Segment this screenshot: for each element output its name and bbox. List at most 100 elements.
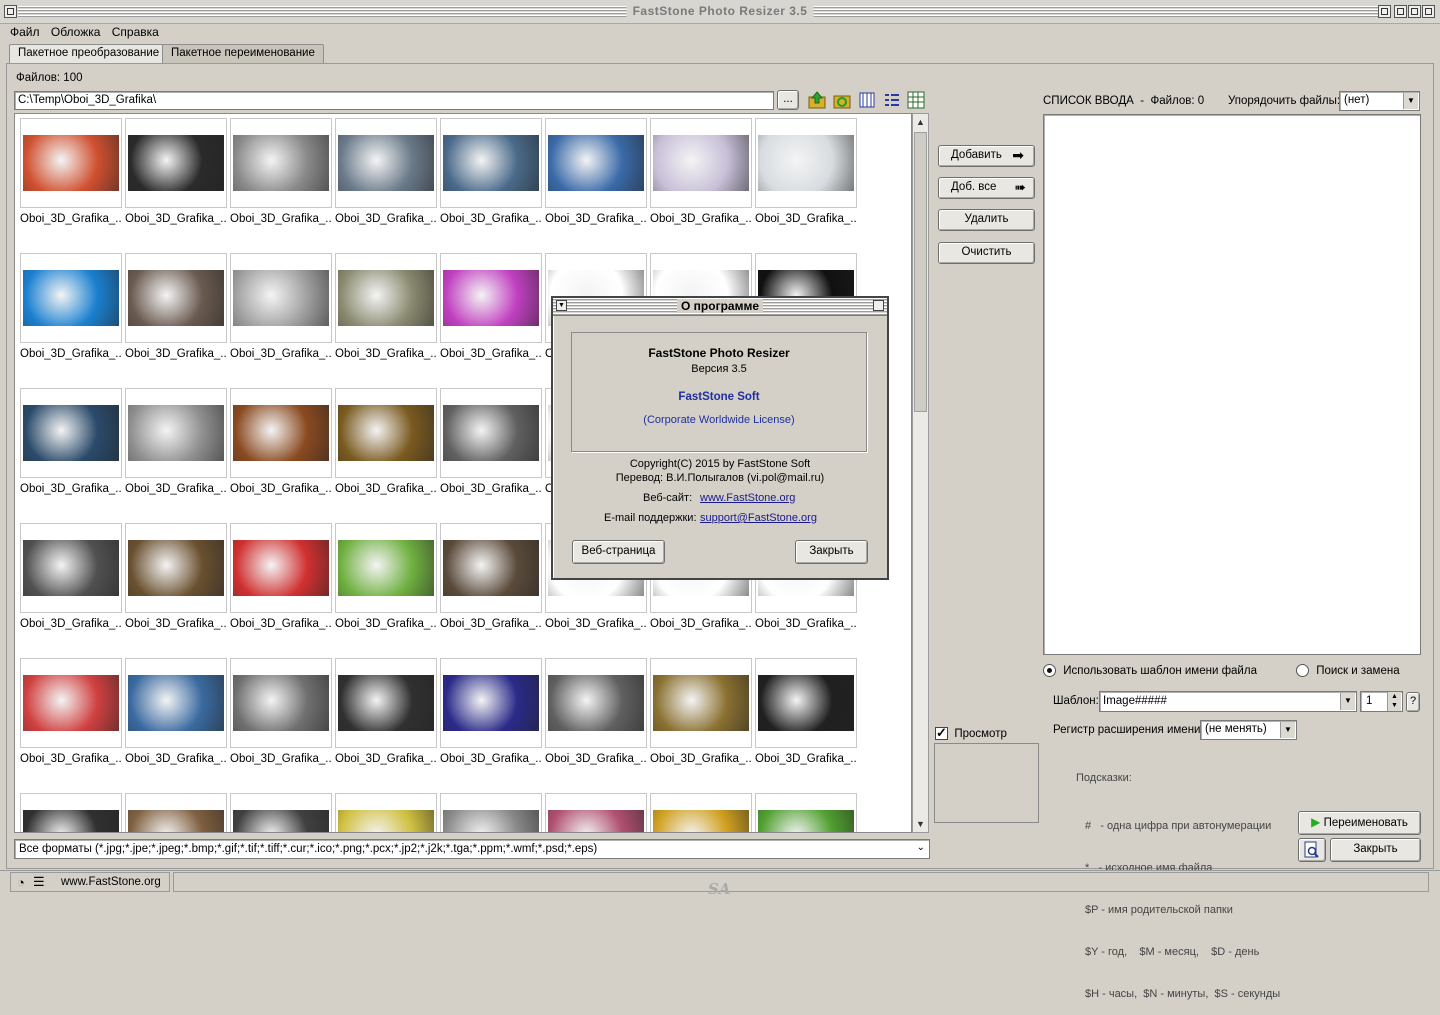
system-menu-icon[interactable] [4, 5, 17, 18]
thumbnail-item[interactable]: Oboi_3D_Grafika_... [755, 118, 857, 248]
thumbnail-image [338, 405, 434, 461]
thumbnail-item[interactable]: Oboi_3D_Grafika_... [125, 658, 227, 788]
thumbnail-item[interactable]: Oboi_3D_Grafika_... [650, 118, 752, 248]
thumbnails-view-icon[interactable] [858, 91, 876, 109]
thumbnail-image [23, 405, 119, 461]
chevron-down-icon[interactable]: ▼ [1340, 693, 1355, 710]
search-replace-radio[interactable]: Поиск и замена [1296, 664, 1400, 677]
start-number-stepper[interactable]: 1 ▲ ▼ [1360, 691, 1403, 712]
thumbnail-item[interactable]: Oboi_3D_Grafika_... [230, 253, 332, 383]
thumbnail-item[interactable]: Oboi_3D_Grafika_... [20, 388, 122, 518]
thumbnail-item[interactable]: Oboi_3D_Grafika_... [230, 658, 332, 788]
maximize-icon[interactable] [1408, 5, 1421, 18]
menu-help[interactable]: Справка [112, 25, 159, 39]
thumbnail-item[interactable]: Oboi_3D_Grafika_... [545, 793, 647, 832]
thumbnail-item[interactable]: Oboi_3D_Grafika_... [125, 388, 227, 518]
restore-icon[interactable] [1394, 5, 1407, 18]
email-link[interactable]: support@FastStone.org [700, 512, 817, 524]
thumbnail-frame [755, 658, 857, 748]
close-button[interactable]: Закрыть [1330, 838, 1421, 862]
help-button[interactable]: ? [1406, 692, 1420, 712]
webpage-button[interactable]: Веб-страница [572, 540, 665, 564]
thumbnail-item[interactable]: Oboi_3D_Grafika_... [335, 253, 437, 383]
minimize-icon[interactable] [1378, 5, 1391, 18]
thumbnail-item[interactable]: Oboi_3D_Grafika_... [335, 658, 437, 788]
rename-button[interactable]: ▶ Переименовать [1298, 811, 1421, 835]
add-all-button[interactable]: Доб. все ➠ [938, 177, 1035, 199]
thumbnail-item[interactable]: Oboi_3D_Grafika_... [545, 658, 647, 788]
thumbnail-item[interactable]: Oboi_3D_Grafika_... [335, 118, 437, 248]
tab-batch-convert[interactable]: Пакетное преобразование [9, 44, 169, 64]
thumbnail-item[interactable]: Oboi_3D_Grafika_... [20, 793, 122, 832]
ext-case-label: Регистр расширения имени: [1053, 724, 1204, 736]
thumbnail-item[interactable]: Oboi_3D_Grafika_... [335, 523, 437, 653]
website-link[interactable]: www.FastStone.org [700, 492, 795, 504]
status-site[interactable]: ◔ ☰ www.FastStone.org [10, 872, 170, 892]
thumbnail-item[interactable]: Oboi_3D_Grafika_... [20, 658, 122, 788]
clear-button[interactable]: Очистить [938, 242, 1035, 264]
thumbnail-item[interactable]: Oboi_3D_Grafika_... [20, 253, 122, 383]
thumbnail-frame [335, 793, 437, 832]
path-input[interactable]: C:\Temp\Oboi_3D_Grafika\ [14, 91, 774, 110]
thumbnail-item[interactable]: Oboi_3D_Grafika_... [335, 388, 437, 518]
refresh-folder-icon[interactable] [833, 91, 851, 109]
menu-file[interactable]: Файл [10, 25, 40, 39]
template-input[interactable]: Image##### ▼ [1099, 691, 1357, 712]
thumbnail-frame [755, 793, 857, 832]
sort-select[interactable]: (нет) ▼ [1339, 91, 1420, 111]
thumbnail-item[interactable]: Oboi_3D_Grafika_... [230, 388, 332, 518]
list-view-icon[interactable] [883, 91, 901, 109]
thumbnail-item[interactable]: Oboi_3D_Grafika_... [230, 118, 332, 248]
browse-button[interactable]: ... [777, 90, 799, 110]
dialog-close-button[interactable]: Закрыть [795, 540, 868, 564]
thumbnail-item[interactable]: Oboi_3D_Grafika_... [125, 253, 227, 383]
scroll-down-icon[interactable]: ▼ [916, 819, 925, 829]
thumbnail-item[interactable]: Oboi_3D_Grafika_... [125, 523, 227, 653]
folder-up-icon[interactable] [808, 91, 826, 109]
thumbnail-frame [440, 523, 542, 613]
scrollbar-thumb[interactable] [914, 132, 927, 412]
thumbnail-item[interactable]: Oboi_3D_Grafika_... [440, 523, 542, 653]
thumbnail-item[interactable]: Oboi_3D_Grafika_... [755, 658, 857, 788]
thumbnail-item[interactable]: Oboi_3D_Grafika_... [335, 793, 437, 832]
thumbnail-image [128, 135, 224, 191]
thumbnail-item[interactable]: Oboi_3D_Grafika_... [545, 118, 647, 248]
thumbnail-item[interactable]: Oboi_3D_Grafika_... [650, 658, 752, 788]
thumbnail-item[interactable]: Oboi_3D_Grafika_... [20, 523, 122, 653]
delete-button[interactable]: Удалить [938, 209, 1035, 231]
tab-batch-rename[interactable]: Пакетное переименование [162, 44, 324, 64]
thumbnail-item[interactable]: Oboi_3D_Grafika_... [650, 793, 752, 832]
menu-skin[interactable]: Обложка [51, 25, 101, 39]
dialog-close-icon[interactable] [873, 300, 884, 311]
preview-search-button[interactable] [1298, 838, 1326, 862]
thumbnail-item[interactable]: Oboi_3D_Grafika_... [440, 253, 542, 383]
thumbnail-item[interactable]: Oboi_3D_Grafika_... [125, 793, 227, 832]
scroll-up-icon[interactable]: ▲ [916, 117, 925, 127]
hints-title: Подсказки: [1076, 772, 1132, 784]
grid-scrollbar[interactable]: ▲ ▼ [912, 113, 929, 833]
add-button[interactable]: Добавить ➡ [938, 145, 1035, 167]
thumbnail-item[interactable]: Oboi_3D_Grafika_... [125, 118, 227, 248]
arrow-right-icon: ➡ [1012, 147, 1024, 163]
thumbnail-frame [230, 793, 332, 832]
thumbnail-item[interactable]: Oboi_3D_Grafika_... [20, 118, 122, 248]
thumbnail-item[interactable]: Oboi_3D_Grafika_... [440, 118, 542, 248]
thumbnail-item[interactable]: Oboi_3D_Grafika_... [440, 793, 542, 832]
thumbnail-item[interactable]: Oboi_3D_Grafika_... [755, 793, 857, 832]
thumbnail-item[interactable]: Oboi_3D_Grafika_... [230, 793, 332, 832]
thumbnail-item[interactable]: Oboi_3D_Grafika_... [440, 388, 542, 518]
thumbnail-frame [545, 793, 647, 832]
dialog-menu-icon[interactable]: ▼ [556, 300, 567, 311]
thumbnail-image [653, 675, 749, 731]
close-window-icon[interactable] [1422, 5, 1435, 18]
use-template-radio[interactable]: Использовать шаблон имени файла [1043, 664, 1257, 677]
input-file-list[interactable] [1043, 114, 1421, 655]
thumbnail-item[interactable]: Oboi_3D_Grafika_... [440, 658, 542, 788]
preview-checkbox[interactable]: Просмотр [935, 725, 1007, 741]
thumbnail-item[interactable]: Oboi_3D_Grafika_... [230, 523, 332, 653]
details-view-icon[interactable] [907, 91, 925, 109]
hint-line: $H - часы, $N - минуты, $S - секунды [1085, 988, 1281, 1000]
ext-case-select[interactable]: (не менять) ▼ [1200, 720, 1297, 740]
format-filter-select[interactable]: Все форматы (*.jpg;*.jpe;*.jpeg;*.bmp;*.… [14, 839, 930, 859]
spinner-arrows-icon[interactable]: ▲ ▼ [1387, 692, 1401, 711]
